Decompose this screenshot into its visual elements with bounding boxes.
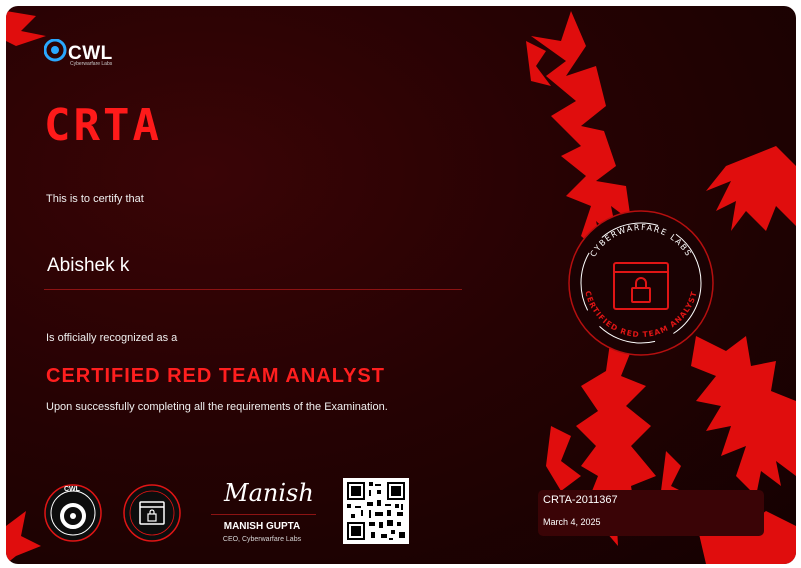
issue-date: March 4, 2025 [543, 517, 601, 527]
signer-name: MANISH GUPTA [223, 521, 301, 532]
credential-id: CRTA-2011367 [543, 494, 618, 506]
recipient-name: Abishek k [47, 255, 130, 276]
intro-text: This is to certify that [46, 193, 144, 205]
qr-code-icon [343, 478, 409, 544]
completion-text: Upon successfully completing all the req… [46, 401, 388, 413]
certificate-acronym: CRTA [44, 100, 162, 151]
certification-seal: CYBERWARFARE LABS CERTIFIED RED TEAM ANA… [568, 210, 714, 356]
signer-role: CEO, Cyberwarfare Labs [222, 536, 302, 543]
certification-title: CERTIFIED RED TEAM ANALYST [46, 365, 385, 387]
recognized-text: Is officially recognized as a [46, 332, 178, 344]
certificate-card: CYBERWARFARE LABS CERTIFIED RED TEAM ANA… [6, 6, 796, 564]
logo-subtitle: Cyberwarfare Labs [70, 61, 113, 67]
cwl-badge-label: CWL [64, 486, 80, 493]
signature-line [211, 514, 316, 515]
name-underline [44, 289, 462, 290]
lock-badge-icon [123, 484, 181, 542]
signature-script: Manish [224, 479, 314, 507]
